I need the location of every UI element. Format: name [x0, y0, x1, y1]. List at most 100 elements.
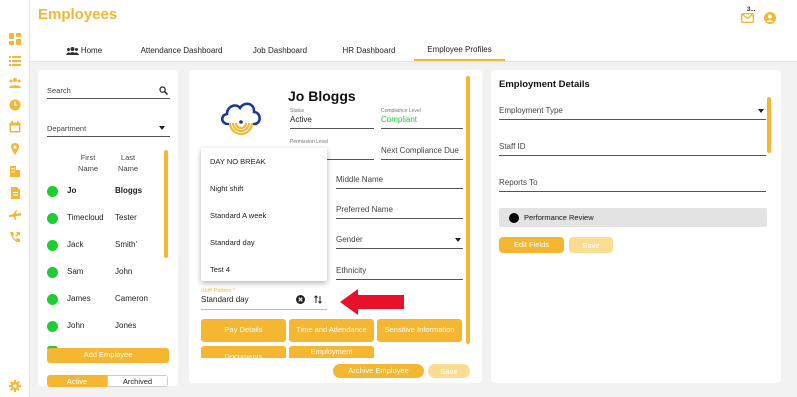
- archive-employee-button[interactable]: Archive Employee: [333, 364, 424, 378]
- employment-button[interactable]: Employment: [289, 346, 374, 358]
- department-label: Department: [47, 124, 87, 133]
- mail-icon[interactable]: [740, 12, 755, 24]
- people-icon[interactable]: [9, 77, 21, 89]
- middle-name-placeholder: Middle Name: [336, 175, 384, 184]
- sort-arrows-icon[interactable]: [314, 295, 322, 304]
- employee-first-name: Jo: [67, 186, 77, 195]
- list-item[interactable]: James Cameron: [45, 291, 163, 308]
- building-icon[interactable]: [9, 165, 21, 177]
- employment-type-select[interactable]: Employment Type: [499, 106, 766, 120]
- tab-attendance-dashboard[interactable]: Attendance Dashboard: [135, 40, 228, 61]
- group-icon: [65, 46, 79, 55]
- employee-first-name: Timecloud: [67, 213, 104, 222]
- shift-pattern-field[interactable]: Standard day: [201, 295, 327, 310]
- employee-last-name: Bloggs: [115, 186, 143, 195]
- performance-review-row[interactable]: Performance Review: [499, 208, 767, 227]
- search-field[interactable]: Search: [47, 86, 170, 99]
- company-logo: [218, 98, 264, 136]
- sensitive-information-button[interactable]: Sensitive Information: [377, 319, 462, 342]
- department-select[interactable]: Department: [47, 124, 170, 137]
- compliance-field: Compliant: [381, 115, 463, 129]
- list-item[interactable]: John Jones: [45, 318, 163, 335]
- user-account-icon[interactable]: [764, 12, 776, 24]
- employee-first-name: Jack: [67, 240, 84, 249]
- tab-label: HR Dashboard: [342, 46, 396, 55]
- active-archived-toggle: Active Archived: [47, 375, 168, 387]
- employee-last-name: Tester: [115, 213, 137, 222]
- employment-scrollbar[interactable]: [767, 97, 771, 153]
- middle-name-field[interactable]: Middle Name: [336, 175, 463, 189]
- column-header-last-name: Last Name: [117, 153, 138, 173]
- employment-type-placeholder: Employment Type: [499, 106, 563, 115]
- search-placeholder: Search: [47, 86, 71, 95]
- gender-select[interactable]: Gender: [336, 235, 463, 249]
- ethnicity-placeholder: Ethnicity: [336, 266, 367, 275]
- next-compliance-placeholder: Next Compliance Due: [381, 146, 459, 155]
- employee-last-name: Smith': [115, 240, 137, 249]
- search-icon[interactable]: [159, 86, 168, 95]
- employee-last-name: Cameron: [115, 294, 148, 303]
- time-attendance-button[interactable]: Time and Attendance: [289, 319, 374, 342]
- menu-item-day-no-break[interactable]: DAY NO BREAK: [210, 157, 266, 166]
- profile-scrollbar[interactable]: [466, 76, 470, 344]
- list-item[interactable]: Timecloud Tester: [45, 210, 163, 227]
- list-icon[interactable]: [9, 55, 21, 67]
- clear-icon[interactable]: [296, 295, 305, 304]
- employee-first-name: James: [67, 294, 91, 303]
- add-employee-button[interactable]: Add Employee: [47, 348, 169, 363]
- shift-pattern-label: Shift Pattern *: [201, 288, 235, 294]
- tab-home-label: Home: [80, 46, 103, 55]
- employee-first-name: John: [67, 321, 85, 330]
- documents-button[interactable]: Documents: [201, 346, 286, 358]
- preferred-name-placeholder: Preferred Name: [336, 205, 393, 214]
- dropdown-arrow-icon: [159, 126, 165, 130]
- list-item[interactable]: Jo Bloggs: [45, 183, 163, 200]
- tab-hr-dashboard[interactable]: HR Dashboard: [336, 40, 402, 61]
- clock-icon[interactable]: [9, 99, 21, 111]
- status-dot-icon: [509, 212, 519, 223]
- compliance-label: Compliance Level: [381, 108, 421, 114]
- pay-details-button[interactable]: Pay Details: [201, 319, 286, 342]
- employment-details-title: Employment Details: [499, 79, 590, 90]
- menu-item-test-4[interactable]: Test 4: [210, 265, 230, 274]
- employment-save-button[interactable]: Save: [569, 237, 613, 253]
- reports-to-placeholder: Reports To: [499, 178, 538, 187]
- dashboard-icon[interactable]: [9, 33, 21, 45]
- employee-last-name: Jones: [115, 321, 137, 330]
- toggle-archived[interactable]: Archived: [107, 375, 168, 387]
- calendar-icon[interactable]: [9, 121, 21, 133]
- plane-icon[interactable]: [9, 209, 21, 221]
- document-icon[interactable]: [9, 187, 21, 199]
- menu-item-standard-day[interactable]: Standard day: [210, 238, 255, 247]
- preferred-name-field[interactable]: Preferred Name: [336, 205, 463, 219]
- profile-save-button[interactable]: Save: [428, 364, 470, 378]
- next-compliance-field[interactable]: Next Compliance Due: [381, 146, 463, 160]
- edit-fields-button[interactable]: Edit Fields: [499, 237, 564, 253]
- tab-job-dashboard[interactable]: Job Dashboard: [247, 40, 313, 61]
- settings-gear-icon[interactable]: [9, 380, 21, 392]
- list-item[interactable]: Jack Smith': [45, 237, 163, 254]
- notification-badge: 3...: [747, 7, 756, 13]
- menu-item-night-shift[interactable]: Night shift: [210, 184, 243, 193]
- status-field[interactable]: Active: [290, 115, 374, 129]
- employment-button-clip: Employment: [289, 346, 374, 358]
- phone-icon[interactable]: [9, 231, 21, 243]
- shift-pattern-menu: DAY NO BREAK Night shift Standard A week…: [201, 148, 327, 281]
- list-item[interactable]: Sam John: [45, 264, 163, 281]
- list-scrollbar[interactable]: [164, 150, 168, 258]
- staff-id-field[interactable]: Staff ID: [499, 142, 766, 156]
- tab-home[interactable]: Home: [60, 40, 108, 61]
- menu-item-standard-a-week[interactable]: Standard A week: [210, 211, 266, 220]
- reports-to-field[interactable]: Reports To: [499, 178, 766, 192]
- documents-button-clip: Documents: [201, 346, 286, 358]
- ethnicity-field[interactable]: Ethnicity: [336, 266, 463, 280]
- dropdown-arrow-icon: [758, 109, 764, 113]
- location-pin-icon[interactable]: [9, 143, 21, 155]
- toggle-active[interactable]: Active: [47, 375, 107, 387]
- performance-review-label: Performance Review: [524, 213, 594, 222]
- staff-id-placeholder: Staff ID: [499, 142, 526, 151]
- compliance-value: Compliant: [381, 115, 418, 124]
- tab-label: Job Dashboard: [252, 46, 308, 55]
- column-header-first-name: First Name: [77, 153, 98, 173]
- tab-employee-profiles[interactable]: Employee Profiles: [414, 40, 505, 61]
